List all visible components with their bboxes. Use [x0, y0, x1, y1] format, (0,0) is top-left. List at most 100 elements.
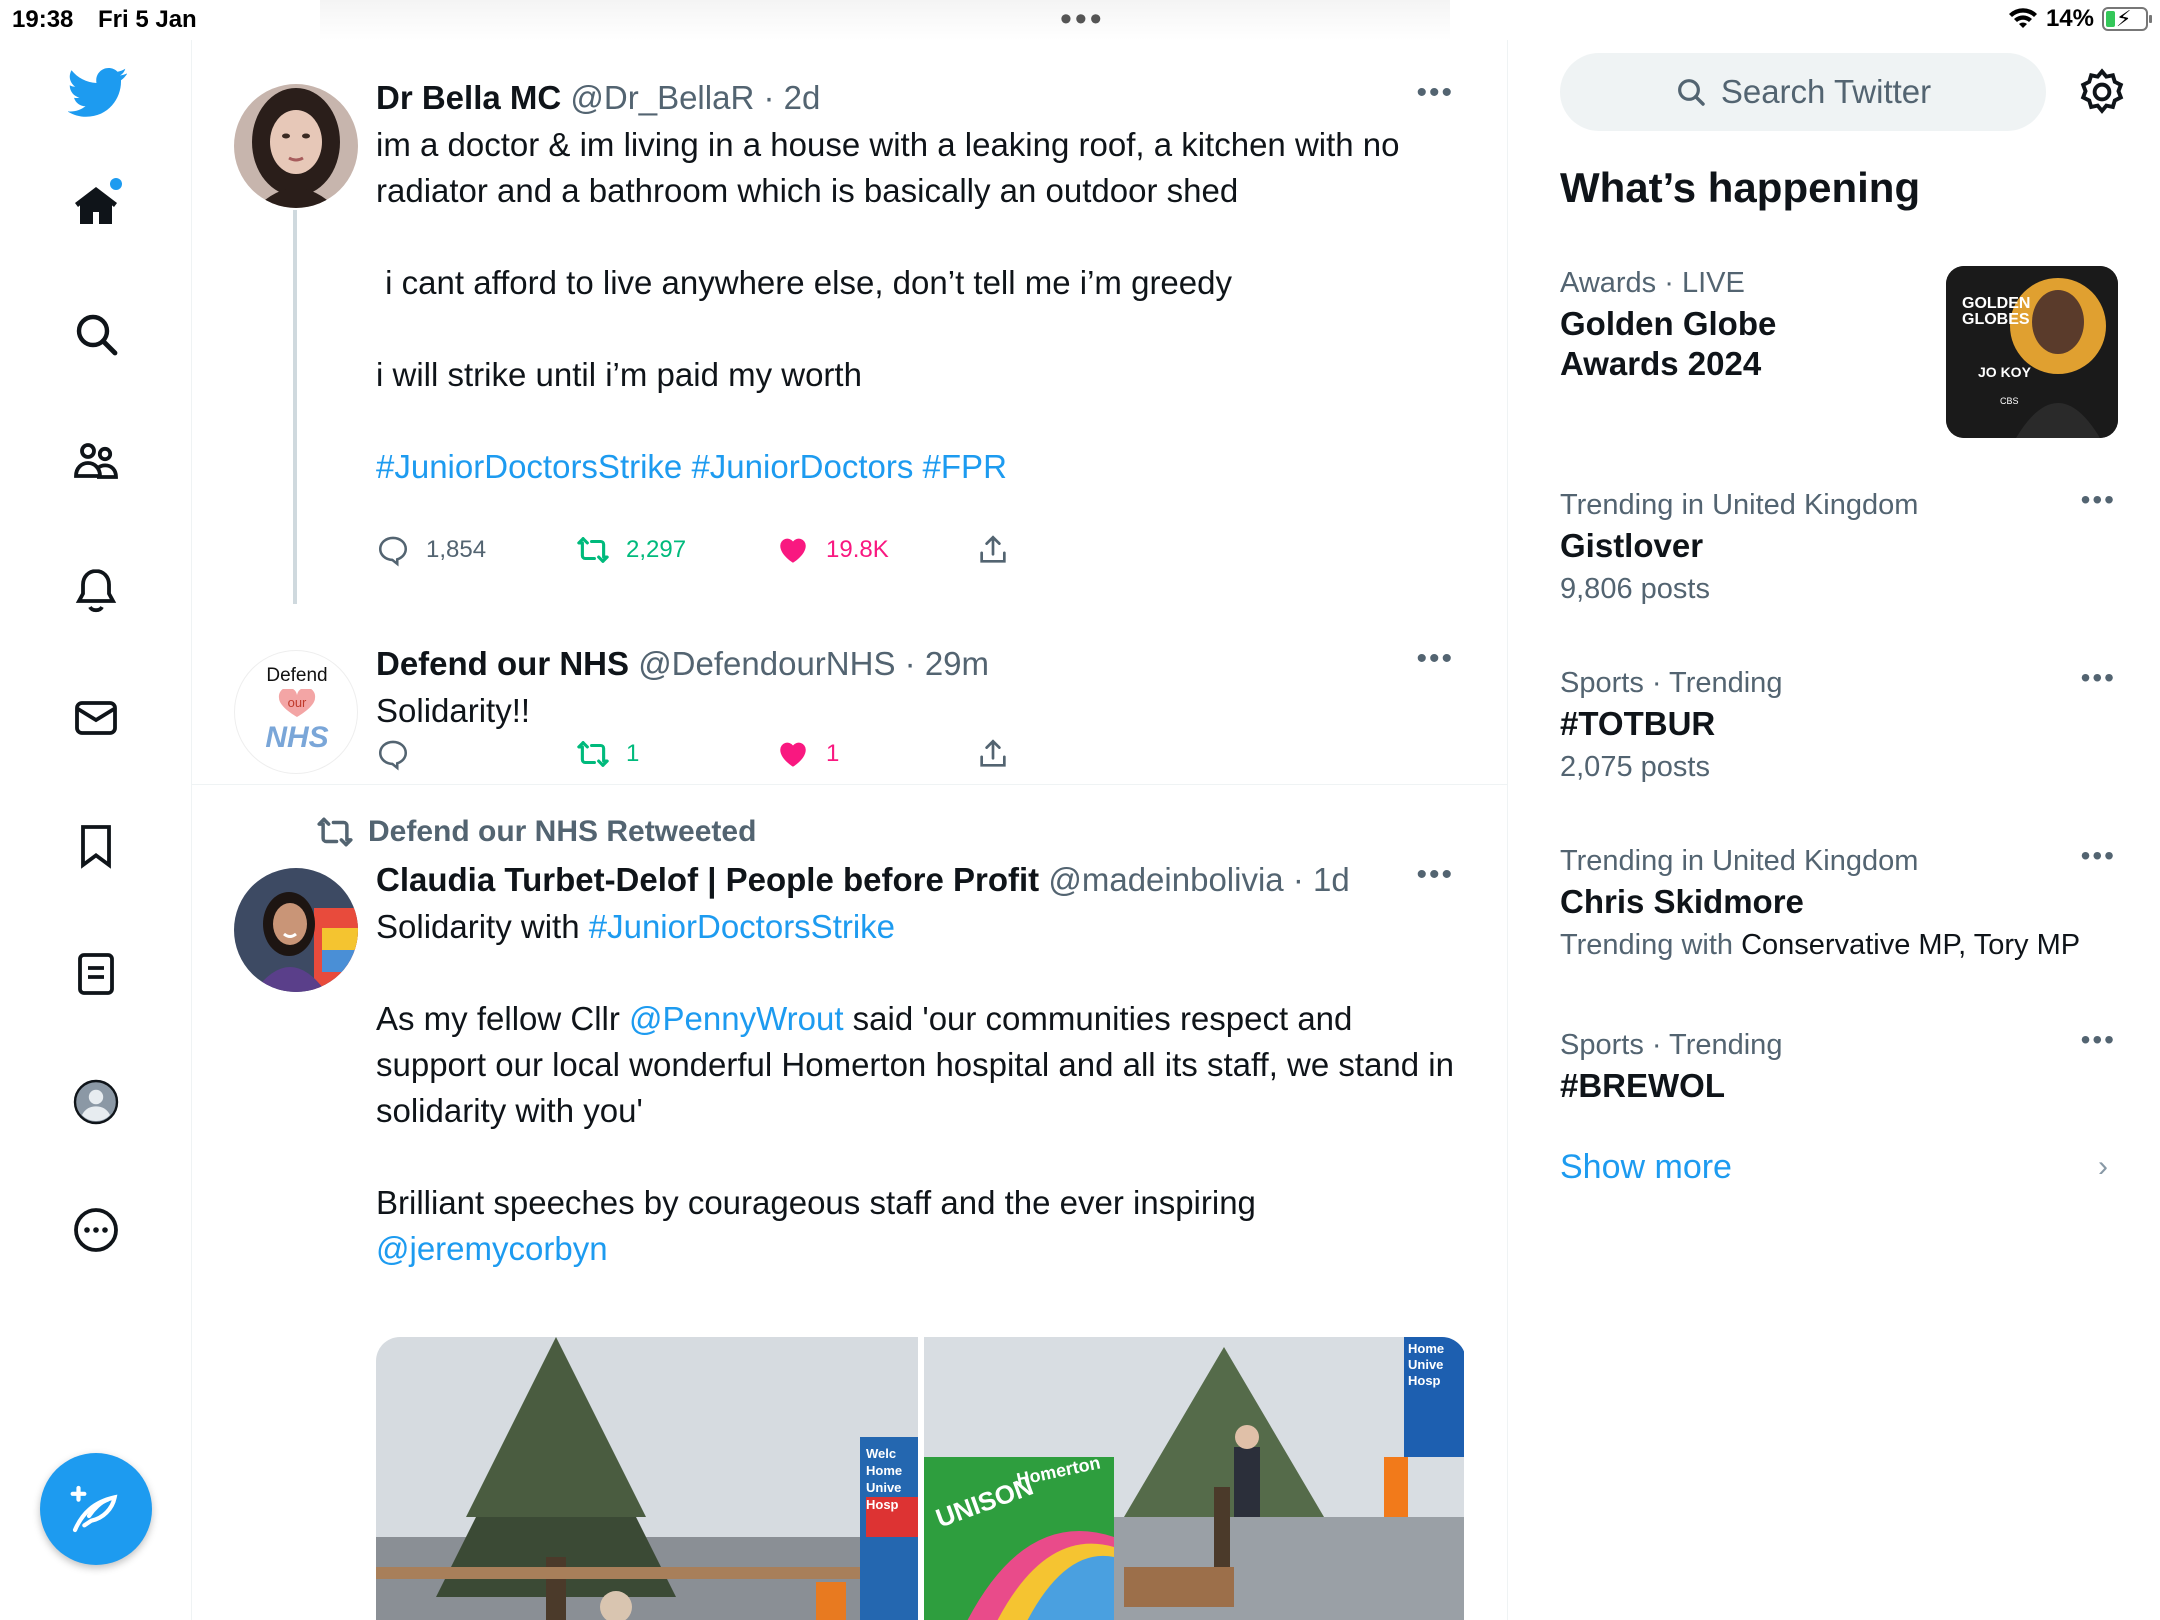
avatar-text-nhs: NHS: [265, 721, 329, 754]
hashtag-link[interactable]: #JuniorDoctorsStrike: [589, 908, 895, 945]
media-sign-line: Unive: [866, 1480, 902, 1495]
tweet-defend-nhs[interactable]: Defend our NHS Defend our NHS @Defendour…: [192, 600, 1507, 785]
bell-icon: [75, 569, 117, 613]
mention-link[interactable]: @jeremycorbyn: [376, 1226, 1466, 1272]
retweeted-by-line[interactable]: Defend our NHS Retweeted: [316, 813, 756, 851]
trend-item[interactable]: Sports · Trending #TOTBUR 2,075 posts ••…: [1560, 662, 2116, 790]
tweet-text: im a doctor & im living in a house with …: [376, 122, 1466, 490]
wifi-icon: [2008, 8, 2037, 28]
nav-profile[interactable]: [48, 1054, 144, 1150]
compose-feather-icon: [70, 1485, 118, 1533]
tweet-paragraph: Brilliant speeches by courageous staff a…: [376, 1184, 1256, 1221]
dot-separator: ·: [1292, 861, 1304, 898]
like-button[interactable]: 1: [776, 732, 839, 776]
avatar[interactable]: Defend our NHS: [234, 650, 358, 774]
reply-count: 1,854: [426, 536, 487, 563]
nav-messages[interactable]: [48, 670, 144, 766]
trend-related: Trending with Conservative MP, Tory MP: [1560, 922, 2116, 968]
trend-item[interactable]: Sports · Trending #BREWOL •••: [1560, 1024, 2116, 1106]
trend-thumbnail[interactable]: GOLDEN GLOBES JO KOY CBS: [1946, 266, 2118, 438]
avatar[interactable]: [234, 84, 358, 208]
battery-percent: 14%: [2045, 5, 2094, 32]
avatar-text-our: our: [287, 695, 307, 710]
show-more-link[interactable]: Show more: [1560, 1148, 1732, 1187]
tweet-dr-bella[interactable]: Dr Bella MC @Dr_BellaR · 2d ••• im a doc…: [192, 40, 1507, 604]
tweet-time[interactable]: 2d: [784, 79, 821, 116]
retweet-icon: [577, 537, 609, 563]
nav-lists[interactable]: [48, 926, 144, 1022]
thumb-text-golden: GOLDEN: [1962, 295, 2031, 312]
gear-icon[interactable]: [2076, 66, 2128, 118]
tweet-time[interactable]: 29m: [925, 645, 989, 682]
share-button[interactable]: [976, 528, 1010, 572]
status-right: 14% ⚡: [2008, 5, 2152, 33]
trend-category-label: Awards: [1560, 267, 1657, 299]
compose-tweet-button[interactable]: [40, 1453, 152, 1565]
twitter-ipad-app: 19:38 Fri 5 Jan 14% ⚡ ••• Dr Bella MC @D…: [0, 0, 2160, 1620]
top-shade: [320, 0, 1450, 40]
multitask-handle[interactable]: •••: [1060, 2, 1105, 36]
retweet-button[interactable]: 1: [576, 732, 639, 776]
author-name[interactable]: Defend our NHS: [376, 645, 629, 682]
thumb-text-network: CBS: [2000, 396, 2019, 406]
trend-more-button[interactable]: •••: [2081, 484, 2116, 516]
nav-notifications[interactable]: [48, 542, 144, 638]
mention-link[interactable]: @PennyWrout: [629, 1000, 843, 1037]
retweet-button[interactable]: 2,297: [576, 528, 686, 572]
tweet-body: Dr Bella MC @Dr_BellaR · 2d ••• im a doc…: [376, 76, 1466, 490]
nav-more[interactable]: [48, 1182, 144, 1278]
trend-item[interactable]: Trending in United Kingdom Gistlover 9,8…: [1560, 484, 2116, 612]
tweet-paragraph: i will strike until i’m paid my worth: [376, 356, 862, 393]
home-unread-badge: [110, 178, 122, 190]
trend-category: Trending in United Kingdom: [1560, 845, 1919, 877]
trend-category: Sports · Trending: [1560, 1029, 1783, 1061]
tweet-claudia[interactable]: Defend our NHS Retweeted Claudia Turbet-…: [192, 785, 1507, 1620]
share-button[interactable]: [976, 732, 1010, 776]
author-name[interactable]: Dr Bella MC: [376, 79, 561, 116]
retweet-count: 1: [626, 740, 640, 767]
tweet-header: Defend our NHS @DefendourNHS · 29m: [376, 642, 1466, 686]
trend-title: #TOTBUR: [1560, 705, 1716, 742]
nav-explore[interactable]: [48, 286, 144, 382]
media-photo-right[interactable]: UNISON Homerton Home Unive Hosp: [924, 1337, 1466, 1620]
trend-title: Chris Skidmore: [1560, 883, 1804, 920]
trend-related-label: Trending with: [1560, 929, 1742, 961]
tweet-more-button[interactable]: •••: [1416, 642, 1454, 676]
author-handle[interactable]: @Dr_BellaR: [570, 79, 754, 116]
trend-category: Sports · Trending: [1560, 667, 1783, 699]
chevron-right-icon: ›: [2098, 1150, 2108, 1183]
author-name[interactable]: Claudia Turbet-Delof | People before Pro…: [376, 861, 1039, 898]
dot-separator: ·: [763, 79, 775, 116]
avatar[interactable]: [234, 868, 358, 992]
trend-item[interactable]: Trending in United Kingdom Chris Skidmor…: [1560, 840, 2116, 968]
tweet-hashtags[interactable]: #JuniorDoctorsStrike #JuniorDoctors #FPR: [376, 444, 1466, 490]
reply-button[interactable]: [376, 732, 426, 776]
reply-icon: [378, 740, 408, 771]
trend-more-button[interactable]: •••: [2081, 1024, 2116, 1056]
thumb-text-globes: GLOBES: [1962, 311, 2030, 328]
author-handle[interactable]: @DefendourNHS: [638, 645, 895, 682]
trend-title: #BREWOL: [1560, 1067, 1725, 1104]
author-handle[interactable]: @madeinbolivia: [1048, 861, 1283, 898]
search-box[interactable]: Search Twitter: [1560, 53, 2046, 131]
media-photo-left[interactable]: Welc Home Unive Hosp: [376, 1337, 918, 1620]
search-icon: [76, 314, 118, 356]
retweet-icon: [577, 741, 609, 767]
trend-more-button[interactable]: •••: [2081, 662, 2116, 694]
status-time: 19:38: [12, 6, 74, 33]
tweet-more-button[interactable]: •••: [1416, 858, 1454, 892]
nav-home[interactable]: [48, 158, 144, 254]
like-button[interactable]: 19.8K: [776, 528, 889, 572]
tweet-time[interactable]: 1d: [1313, 861, 1350, 898]
nav-communities[interactable]: [48, 414, 144, 510]
twitter-logo-icon[interactable]: [68, 62, 128, 122]
trend-category: Trending in United Kingdom: [1560, 489, 1919, 521]
nav-bookmarks[interactable]: [48, 798, 144, 894]
share-icon: [980, 535, 1006, 563]
tweet-media-grid[interactable]: Welc Home Unive Hosp UNISON Homerton Hom…: [376, 1337, 1466, 1620]
media-sign-line: Home: [1408, 1341, 1445, 1356]
trend-more-button[interactable]: •••: [2081, 840, 2116, 872]
reply-button[interactable]: 1,854: [376, 528, 486, 572]
timeline[interactable]: Dr Bella MC @Dr_BellaR · 2d ••• im a doc…: [192, 40, 1508, 1620]
tweet-more-button[interactable]: •••: [1416, 76, 1454, 110]
